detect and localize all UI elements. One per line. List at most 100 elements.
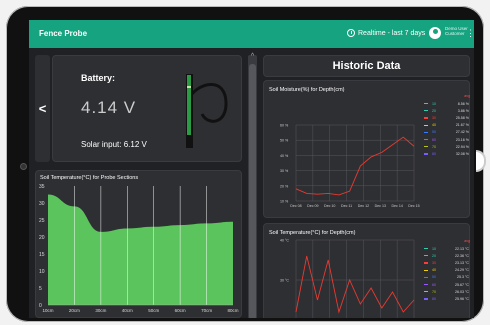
realtime-label: Realtime - last 7 days xyxy=(358,29,426,37)
legend-item: 30 23.13 °C xyxy=(424,259,470,266)
chevron-left-icon: < xyxy=(38,101,47,116)
historic-header: Historic Data xyxy=(263,55,470,77)
legend-depth: 10 xyxy=(432,246,436,251)
legend-value: 23.13 °C xyxy=(454,260,469,265)
y-tick-label: 50 % xyxy=(280,139,289,143)
legend-item: 40 24.29 °C xyxy=(424,267,470,274)
y-tick-label: 40 % xyxy=(280,154,289,158)
legend-depth: 40 xyxy=(432,123,436,128)
soil-temp-depth-panel: Soil Temperature(°C) for Depth(cm) 40 °C… xyxy=(263,223,470,318)
legend-value: 27.42 % xyxy=(455,130,469,135)
legend-swatch xyxy=(424,298,428,300)
x-tick-label: 70cm xyxy=(201,308,212,313)
top-bar: Fence Probe Realtime - last 7 days Demo … xyxy=(29,20,474,48)
x-tick-label: 60cm xyxy=(175,308,186,313)
legend-item: 40 21.67 % xyxy=(424,122,470,129)
x-tick-label: Dec 10 xyxy=(324,204,335,208)
y-tick-label: 30 % xyxy=(280,169,289,173)
legend-item: 50 25.3 °C xyxy=(424,274,470,281)
legend-value: 22.36 °C xyxy=(454,253,469,258)
soil-moisture-panel: Soil Moisture(%) for Depth(cm) 60 % 50 % 4… xyxy=(263,80,470,218)
legend-item: 20 22.36 °C xyxy=(424,252,470,259)
legend-value: 25.96 °C xyxy=(454,296,469,301)
legend-value: 25.58 % xyxy=(455,115,469,120)
legend-item: 80 32.08 % xyxy=(424,150,470,157)
historic-title: Historic Data xyxy=(332,60,401,72)
realtime-selector[interactable]: Realtime - last 7 days xyxy=(347,29,425,37)
user-info[interactable]: Demo User Customer xyxy=(445,26,468,36)
legend-item: 60 25.67 °C xyxy=(424,281,470,288)
y-tick-label: 60 % xyxy=(280,124,289,128)
legend-item: 60 23.16 % xyxy=(424,136,470,143)
clock-icon xyxy=(347,29,355,37)
solar-input: Solar input: 6.12 V xyxy=(81,140,147,149)
camera-icon xyxy=(21,164,26,169)
y-tick-label: 25 xyxy=(39,218,45,224)
legend-item: 70 22.94 % xyxy=(424,143,470,150)
y-tick-label: 30 °C xyxy=(280,279,289,283)
legend-swatch xyxy=(424,124,428,126)
legend-swatch xyxy=(424,153,428,155)
legend-item: 70 26.03 °C xyxy=(424,288,470,295)
legend-swatch xyxy=(424,248,428,250)
tablet-side-button xyxy=(476,150,486,172)
legend-depth: 20 xyxy=(432,253,436,258)
user-avatar-icon[interactable] xyxy=(429,27,441,39)
legend-depth: 60 xyxy=(432,137,436,142)
x-tick-label: 50cm xyxy=(148,308,159,313)
moisture-legend: avg 10 8.56 % 20 3.86 % 30 25.58 % 40 21.67 % 50… xyxy=(424,94,470,158)
y-tick-label: 10 % xyxy=(280,200,289,204)
legend-depth: 70 xyxy=(432,144,436,149)
legend-value: 32.08 % xyxy=(455,151,469,156)
back-button[interactable]: < xyxy=(35,55,50,162)
y-tick-label: 30 xyxy=(39,201,45,207)
legend-item: 80 25.96 °C xyxy=(424,295,470,302)
probe-device-icon xyxy=(186,74,228,148)
legend-depth: 50 xyxy=(432,275,436,280)
legend-value: 23.16 % xyxy=(455,137,469,142)
y-tick-label: 35 xyxy=(39,184,45,190)
temperature-area xyxy=(48,194,233,305)
legend-value: 25.3 °C xyxy=(456,275,469,280)
legend-depth: 50 xyxy=(432,130,436,135)
x-tick-label: Dec 15 xyxy=(408,204,419,208)
legend-swatch xyxy=(424,276,428,278)
legend-value: 21.67 % xyxy=(455,123,469,128)
legend-swatch xyxy=(424,255,428,257)
legend-value: 8.56 % xyxy=(457,101,469,106)
legend-depth: 80 xyxy=(432,151,436,156)
legend-depth: 80 xyxy=(432,296,436,301)
series-line xyxy=(295,255,415,314)
legend-swatch xyxy=(424,138,428,141)
legend-value: 22.94 % xyxy=(455,144,469,149)
soil-temp-sections-panel: Soil Temperature(°C) for Probe Sections … xyxy=(35,170,242,318)
x-tick-label: Dec 11 xyxy=(341,204,352,208)
legend-depth: 60 xyxy=(432,282,436,287)
legend-item: 30 25.58 % xyxy=(424,114,470,121)
legend-swatch xyxy=(424,117,428,119)
legend-depth: 30 xyxy=(432,260,436,265)
y-tick-label: 40 °C xyxy=(280,239,289,243)
user-role: Customer xyxy=(445,31,465,36)
legend-swatch xyxy=(424,146,428,148)
legend-depth: 10 xyxy=(432,101,436,106)
x-tick-label: Dec 13 xyxy=(375,204,386,208)
soil-temp-sections-chart: 3530252015105010cm 20cm 30cm 40cm 50cm 60cm 70… xyxy=(39,184,239,313)
legend-value: 24.29 °C xyxy=(454,268,469,273)
scroll-thumb[interactable] xyxy=(249,64,256,318)
y-tick-label: 20 % xyxy=(280,184,289,188)
legend-value: 26.03 °C xyxy=(454,289,469,294)
legend-item: 10 8.56 % xyxy=(424,100,470,107)
legend-swatch xyxy=(424,269,428,271)
legend-depth: 30 xyxy=(432,115,436,120)
more-menu-icon[interactable]: ⋮ xyxy=(466,29,474,38)
scrollbar[interactable]: ^ xyxy=(248,53,257,318)
x-tick-label: 20cm xyxy=(69,308,80,313)
y-tick-label: 10 xyxy=(39,269,45,275)
legend-depth: 40 xyxy=(432,268,436,273)
x-tick-label: Dec 14 xyxy=(391,204,402,208)
x-tick-label: 30cm xyxy=(95,308,106,313)
legend-swatch xyxy=(424,131,428,133)
legend-item: 50 27.42 % xyxy=(424,129,470,136)
scroll-up-icon[interactable]: ^ xyxy=(248,53,257,60)
